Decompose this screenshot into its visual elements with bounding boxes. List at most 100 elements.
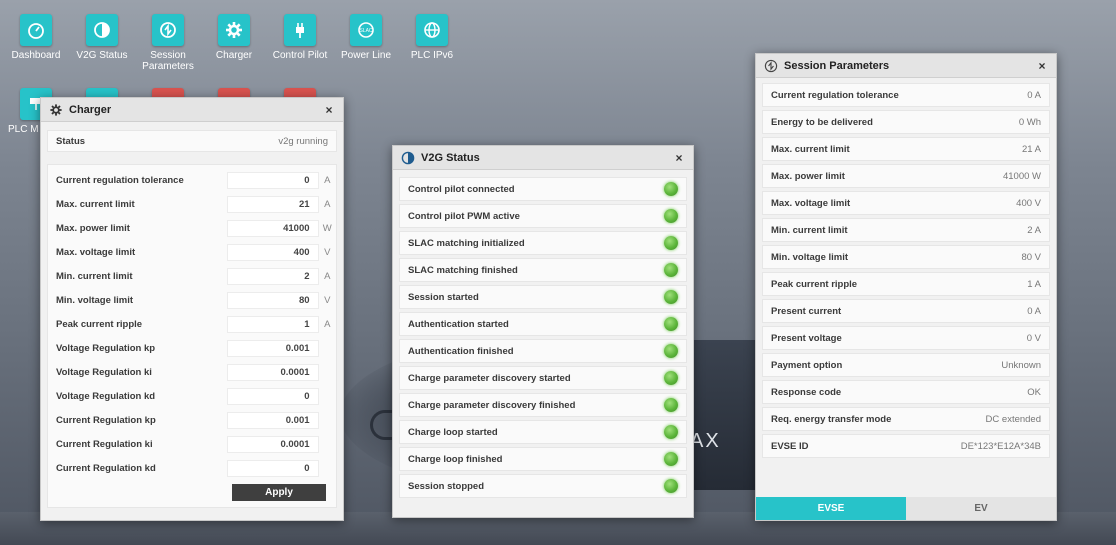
parameter-label: Peak current ripple	[771, 278, 858, 290]
field-label: Peak current ripple	[56, 318, 143, 330]
dock-label: Dashboard	[11, 50, 61, 61]
close-icon[interactable]: ×	[1036, 59, 1048, 73]
status-item: Control pilot connected	[399, 177, 687, 201]
status-item-label: Authentication started	[408, 318, 509, 330]
dock-label: V2G Status	[76, 50, 128, 61]
dock-item-power-line[interactable]: SLAC Power Line	[336, 14, 396, 61]
field-unit: A	[324, 318, 331, 330]
session-parameters-window-header[interactable]: Session Parameters ×	[756, 54, 1056, 78]
voltage-regulation-kd-input[interactable]: 0	[226, 387, 319, 405]
close-icon[interactable]: ×	[673, 151, 685, 165]
parameter-label: Response code	[771, 386, 842, 398]
field-label: Min. voltage limit	[56, 294, 134, 306]
field-min-voltage-limit: Min. voltage limit 80 V	[48, 288, 336, 312]
tab-ev[interactable]: EV	[906, 497, 1056, 520]
charger-window: Charger × Status v2g running Current reg…	[40, 97, 344, 521]
session-tabs: EVSE EV	[756, 497, 1056, 520]
status-led-icon	[664, 371, 678, 385]
field-voltage-regulation-ki: Voltage Regulation ki 0.0001	[48, 360, 336, 384]
parameter-label: EVSE ID	[771, 440, 809, 452]
dock-label: Charger	[215, 50, 253, 61]
status-led-icon	[664, 236, 678, 250]
current-regulation-tolerance-input[interactable]: 0	[226, 171, 319, 189]
field-label: Current regulation tolerance	[56, 174, 184, 186]
dock-item-v2g-status[interactable]: V2G Status	[72, 14, 132, 61]
parameter-label: Payment option	[771, 359, 843, 371]
field-current-regulation-tolerance: Current regulation tolerance 0 A	[48, 168, 336, 192]
dock-item-plc-ipv6[interactable]: PLC IPv6	[402, 14, 462, 61]
status-item: SLAC matching finished	[399, 258, 687, 282]
status-item: Session started	[399, 285, 687, 309]
parameter-label: Min. voltage limit	[771, 251, 849, 263]
parameter-row: Min. voltage limit 80 V	[762, 245, 1050, 269]
field-label: Current Regulation kp	[56, 414, 156, 426]
parameter-value: DE*123*E12A*34B	[960, 440, 1041, 452]
dock-label: PLC IPv6	[410, 50, 454, 61]
parameter-row: Peak current ripple 1 A	[762, 272, 1050, 296]
close-icon[interactable]: ×	[323, 103, 335, 117]
charger-window-header[interactable]: Charger ×	[41, 98, 343, 122]
parameter-label: Present voltage	[771, 332, 842, 344]
gear-icon	[218, 14, 250, 46]
parameter-row: Req. energy transfer mode DC extended	[762, 407, 1050, 431]
v2g-status-window-header[interactable]: V2G Status ×	[393, 146, 693, 170]
parameter-label: Max. power limit	[771, 170, 845, 182]
field-label: Min. current limit	[56, 270, 133, 282]
field-label: Voltage Regulation ki	[56, 366, 152, 378]
status-item-label: SLAC matching initialized	[408, 237, 525, 249]
parameter-value: 0 Wh	[1018, 116, 1041, 128]
parameter-row: Max. voltage limit 400 V	[762, 191, 1050, 215]
status-led-icon	[664, 263, 678, 277]
window-title: Session Parameters	[784, 59, 890, 72]
field-label: Current Regulation ki	[56, 438, 153, 450]
apply-button[interactable]: Apply	[232, 484, 326, 501]
status-led-icon	[664, 452, 678, 466]
parameter-value: OK	[1027, 386, 1041, 398]
slac-icon: SLAC	[350, 14, 382, 46]
current-regulation-kd-input[interactable]: 0	[226, 459, 319, 477]
status-item: Control pilot PWM active	[399, 204, 687, 228]
parameter-value: 0 V	[1026, 332, 1041, 344]
parameter-row: Energy to be delivered 0 Wh	[762, 110, 1050, 134]
session-parameters-window: Session Parameters × Current regulation …	[755, 53, 1057, 521]
status-circle-icon	[86, 14, 118, 46]
field-peak-current-ripple: Peak current ripple 1 A	[48, 312, 336, 336]
max-current-limit-input[interactable]: 21	[226, 195, 319, 213]
v2g-status-list: Control pilot connected Control pilot PW…	[393, 170, 693, 498]
parameter-value: 400 V	[1016, 197, 1041, 209]
field-max-power-limit: Max. power limit 41000 W	[48, 216, 336, 240]
dock-item-dashboard[interactable]: Dashboard	[6, 14, 66, 61]
status-led-icon	[664, 425, 678, 439]
status-item-label: Session stopped	[408, 480, 485, 492]
min-current-limit-input[interactable]: 2	[226, 267, 319, 285]
parameter-row: Current regulation tolerance 0 A	[762, 83, 1050, 107]
max-voltage-limit-input[interactable]: 400	[226, 243, 319, 261]
status-led-icon	[664, 209, 678, 223]
status-item-label: Charge parameter discovery started	[408, 372, 571, 384]
parameter-row: Present voltage 0 V	[762, 326, 1050, 350]
current-regulation-kp-input[interactable]: 0.001	[226, 411, 319, 429]
parameter-label: Current regulation tolerance	[771, 89, 899, 101]
field-unit: W	[322, 222, 332, 234]
field-voltage-regulation-kd: Voltage Regulation kd 0	[48, 384, 336, 408]
field-current-regulation-kd: Current Regulation kd 0	[48, 456, 336, 480]
dock-item-control-pilot[interactable]: Control Pilot	[270, 14, 330, 61]
tab-evse[interactable]: EVSE	[756, 497, 906, 520]
parameter-value: 80 V	[1021, 251, 1041, 263]
voltage-regulation-ki-input[interactable]: 0.0001	[226, 363, 319, 381]
status-item: Charge loop finished	[399, 447, 687, 471]
dock-item-session-parameters[interactable]: Session Parameters	[138, 14, 198, 72]
current-regulation-ki-input[interactable]: 0.0001	[226, 435, 319, 453]
max-power-limit-input[interactable]: 41000	[226, 219, 319, 237]
min-voltage-limit-input[interactable]: 80	[226, 291, 319, 309]
parameter-label: Energy to be delivered	[771, 116, 873, 128]
parameter-row: Payment option Unknown	[762, 353, 1050, 377]
voltage-regulation-kp-input[interactable]: 0.001	[226, 339, 319, 357]
status-item: Authentication finished	[399, 339, 687, 363]
peak-current-ripple-input[interactable]: 1	[226, 315, 319, 333]
charger-status-row: Status v2g running	[47, 130, 337, 152]
dock-item-charger[interactable]: Charger	[204, 14, 264, 61]
status-item-label: Control pilot connected	[408, 183, 515, 195]
v2g-status-window: V2G Status × Control pilot connected Con…	[392, 145, 694, 518]
status-item: SLAC matching initialized	[399, 231, 687, 255]
